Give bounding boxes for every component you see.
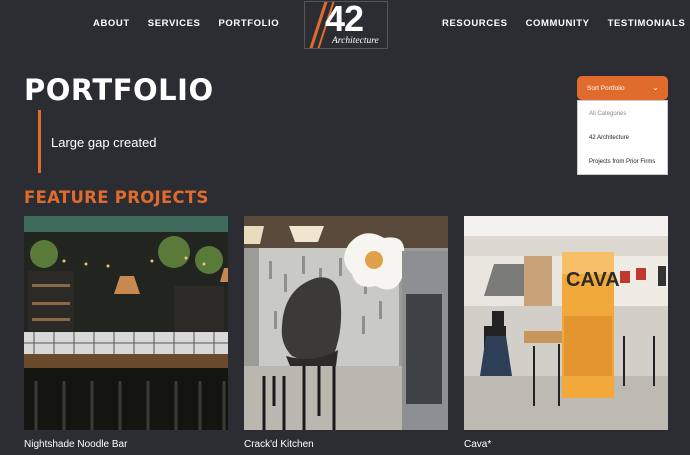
project-card[interactable]: Nightshade Noodle Bar — [24, 216, 228, 450]
project-image[interactable]: CAVA — [464, 216, 668, 430]
logo-number: 42 — [325, 1, 364, 39]
quote-bar — [38, 110, 41, 173]
chevron-down-icon: ⌄ — [652, 83, 659, 92]
site-logo[interactable]: 42 Architecture — [304, 1, 388, 49]
primary-nav-right: RESOURCES COMMUNITY TESTIMONIALS — [442, 18, 685, 29]
project-caption[interactable]: Cava* — [464, 439, 668, 450]
sort-dropdown-menu: All Categories 42 Architecture Projects … — [577, 100, 668, 175]
svg-text:CAVA: CAVA — [566, 269, 620, 291]
project-caption[interactable]: Nightshade Noodle Bar — [24, 439, 228, 450]
nav-about[interactable]: ABOUT — [93, 18, 130, 29]
site-header: ABOUT SERVICES PORTFOLIO 42 Architecture… — [0, 0, 690, 50]
project-card[interactable]: CAVA Cava* — [464, 216, 668, 450]
sort-option-prior-firms[interactable]: Projects from Prior Firms — [589, 159, 655, 165]
nav-services[interactable]: SERVICES — [148, 18, 201, 29]
sort-option-all[interactable]: All Categories — [589, 111, 626, 117]
nav-resources[interactable]: RESOURCES — [442, 18, 508, 29]
quote-text: Large gap created — [51, 135, 157, 150]
nav-portfolio[interactable]: PORTFOLIO — [218, 18, 279, 29]
project-image[interactable] — [244, 216, 448, 430]
primary-nav-left: ABOUT SERVICES PORTFOLIO — [93, 18, 279, 29]
sort-option-42-architecture[interactable]: 42 Architecture — [589, 135, 629, 141]
sort-portfolio-button[interactable]: Sort Portfolio ⌄ — [577, 76, 668, 100]
project-caption[interactable]: Crack'd Kitchen — [244, 439, 448, 450]
section-title: FEATURE PROJECTS — [24, 188, 209, 207]
nav-testimonials[interactable]: TESTIMONIALS — [608, 18, 686, 29]
page-title: PORTFOLIO — [24, 73, 214, 107]
logo-text: Architecture — [332, 36, 379, 46]
project-card[interactable]: Crack'd Kitchen — [244, 216, 448, 450]
project-image[interactable] — [24, 216, 228, 430]
nav-community[interactable]: COMMUNITY — [526, 18, 590, 29]
sort-label: Sort Portfolio — [587, 84, 625, 92]
